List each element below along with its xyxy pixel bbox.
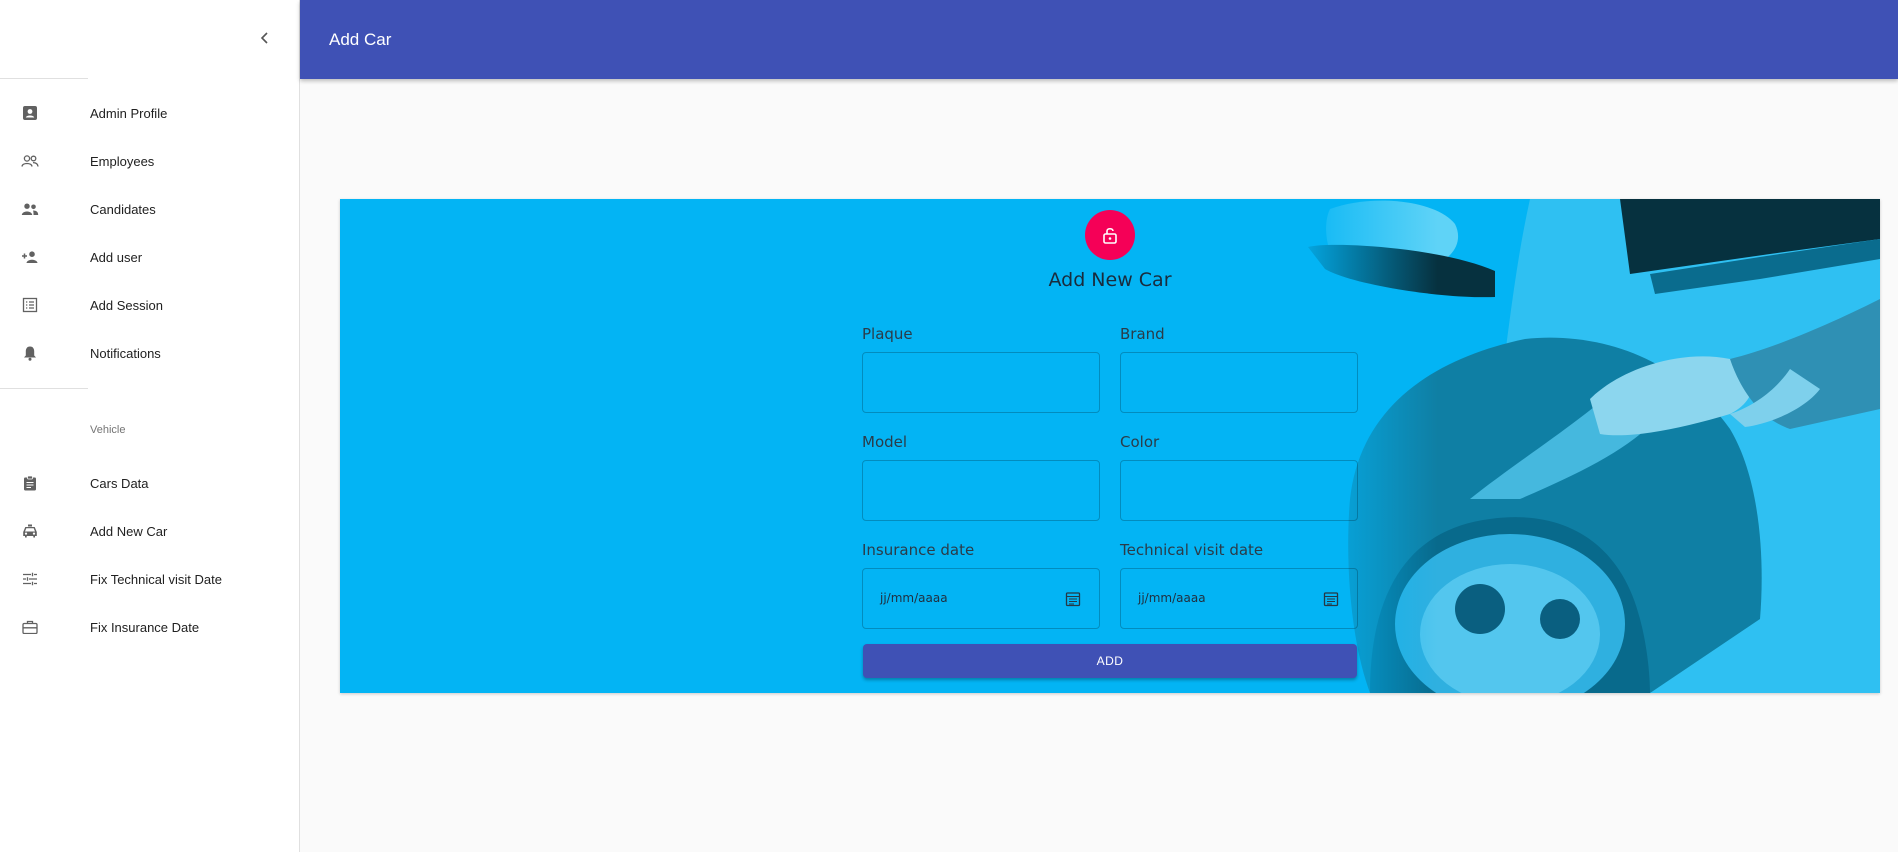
sidebar-item-label: Employees xyxy=(90,153,155,169)
plaque-label: Plaque xyxy=(862,325,913,343)
brand-label: Brand xyxy=(1120,325,1165,343)
sidebar-item-add-user[interactable]: Add user xyxy=(0,233,299,281)
lock-avatar xyxy=(1085,210,1135,260)
assignment-icon xyxy=(20,473,40,493)
sidebar-item-admin-profile[interactable]: Admin Profile xyxy=(0,89,299,137)
sidebar-item-notifications[interactable]: Notifications xyxy=(0,329,299,377)
taxi-icon xyxy=(20,521,40,541)
insurance-date-input[interactable]: jj/mm/aaaa xyxy=(862,568,1100,629)
briefcase-icon xyxy=(20,617,40,637)
sidebar-item-label: Fix Technical visit Date xyxy=(90,571,222,587)
sidebar-item-candidates[interactable]: Candidates xyxy=(0,185,299,233)
technical-visit-date-value: jj/mm/aaaa xyxy=(1138,591,1206,605)
sidebar-item-label: Notifications xyxy=(90,345,161,361)
sidebar-item-add-session[interactable]: Add Session xyxy=(0,281,299,329)
color-label: Color xyxy=(1120,433,1160,451)
add-button[interactable]: ADD xyxy=(863,644,1357,678)
add-car-card: Add New Car Plaque Brand Model Color Ins… xyxy=(340,199,1880,693)
collapse-sidebar-button[interactable] xyxy=(254,27,276,49)
technical-visit-date-label: Technical visit date xyxy=(1120,541,1264,559)
group-icon xyxy=(20,199,40,219)
plaque-input[interactable] xyxy=(862,352,1100,413)
list-alt-icon xyxy=(20,295,40,315)
sidebar-item-label: Add Session xyxy=(90,297,163,313)
insurance-date-label: Insurance date xyxy=(862,541,975,559)
brand-input[interactable] xyxy=(1120,352,1358,413)
form-title: Add New Car xyxy=(1048,269,1172,291)
person-add-icon xyxy=(20,247,40,267)
sidebar-item-fix-insurance-date[interactable]: Fix Insurance Date xyxy=(0,603,299,651)
page-title: Add Car xyxy=(329,30,392,49)
sidebar-item-label: Cars Data xyxy=(90,475,149,491)
sidebar-section-label: Vehicle xyxy=(90,424,126,436)
people-outline-icon xyxy=(20,151,40,171)
sidebar: Admin Profile Employees Candidates Add u… xyxy=(0,0,300,852)
lock-open-icon xyxy=(1103,227,1117,244)
sidebar-divider xyxy=(0,78,88,79)
tune-icon xyxy=(20,569,40,589)
sidebar-divider xyxy=(0,388,88,389)
insurance-date-value: jj/mm/aaaa xyxy=(880,591,948,605)
sidebar-item-add-new-car[interactable]: Add New Car xyxy=(0,507,299,555)
technical-visit-date-input[interactable]: jj/mm/aaaa xyxy=(1120,568,1358,629)
sidebar-item-cars-data[interactable]: Cars Data xyxy=(0,459,299,507)
sidebar-item-label: Fix Insurance Date xyxy=(90,619,200,635)
calendar-icon[interactable] xyxy=(1323,591,1339,607)
model-label: Model xyxy=(862,433,908,451)
chevron-left-icon xyxy=(260,32,268,44)
badge-icon xyxy=(20,103,40,123)
sidebar-item-employees[interactable]: Employees xyxy=(0,137,299,185)
sidebar-item-label: Admin Profile xyxy=(90,105,168,121)
sidebar-item-fix-technical-visit-date[interactable]: Fix Technical visit Date xyxy=(0,555,299,603)
sidebar-item-label: Add user xyxy=(90,249,143,265)
sidebar-item-label: Add New Car xyxy=(90,523,168,539)
sidebar-item-label: Candidates xyxy=(90,201,156,217)
car-background-image xyxy=(1290,199,1880,693)
color-input[interactable] xyxy=(1120,460,1358,521)
bell-icon xyxy=(20,343,40,363)
calendar-icon[interactable] xyxy=(1065,591,1081,607)
app-bar: Add Car xyxy=(300,0,1898,79)
model-input[interactable] xyxy=(862,460,1100,521)
